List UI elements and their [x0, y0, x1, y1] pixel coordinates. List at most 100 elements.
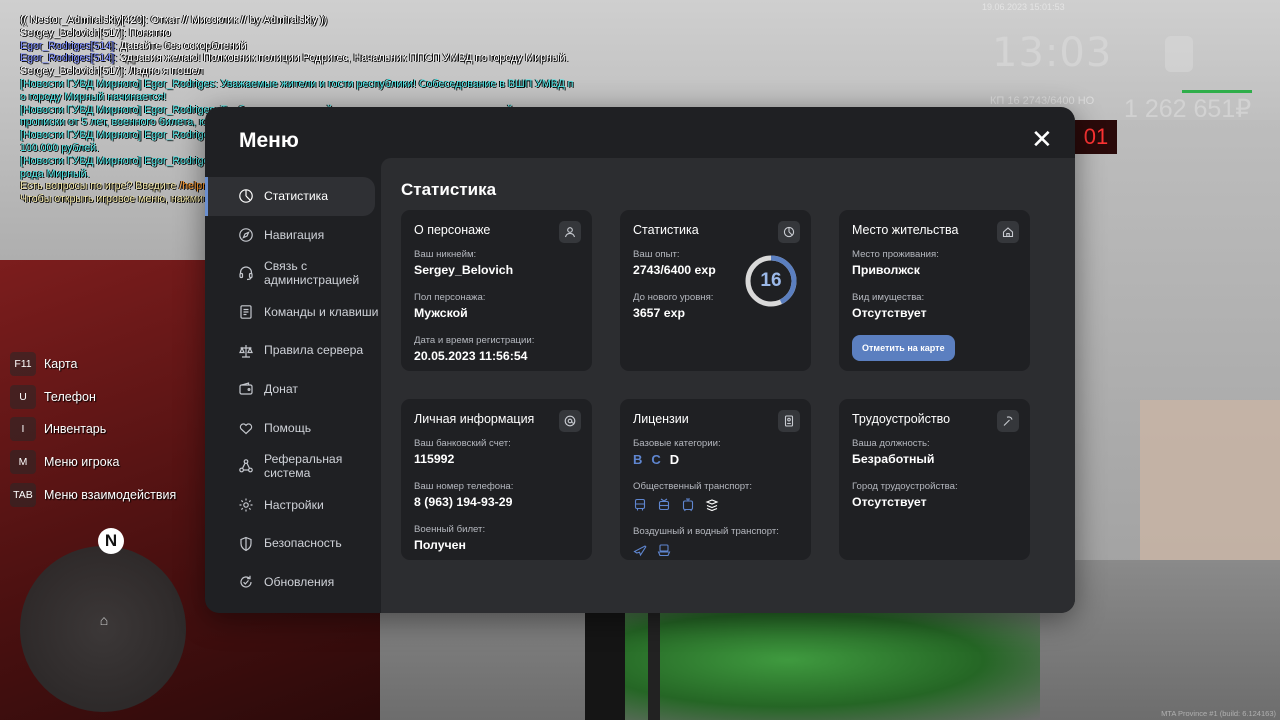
fist-icon	[1165, 36, 1193, 72]
heart-hands-icon	[238, 420, 254, 436]
keybind-label: Телефон	[44, 389, 96, 404]
keybind-key: U	[10, 384, 36, 409]
sidebar-item-label: Обновления	[264, 574, 335, 589]
sidebar-item-label: Донат	[264, 382, 298, 397]
trolleybus-icon	[657, 498, 671, 512]
keybind-label: Меню взаимодействия	[44, 487, 177, 502]
phone-value: 8 (963) 194-93-29	[414, 495, 513, 509]
chat-text: Egor_Rodriges[514]:	[20, 39, 118, 52]
tram-icon	[681, 498, 695, 512]
hud-money: 1 262 651₽	[1124, 95, 1252, 123]
card-employment: Трудоустройство Ваша должность: Безработ…	[839, 399, 1030, 560]
chat-text: Sergey_Belovich[517]: Понятно	[20, 26, 171, 39]
sidebar-item-document[interactable]: Команды и клавиши	[205, 293, 381, 332]
card-statistics: Статистика Ваш опыт: 2743/6400 exp До но…	[620, 210, 811, 371]
at-icon	[559, 410, 581, 432]
mark-on-map-button[interactable]: Отметить на карте	[852, 335, 955, 361]
position-label: Ваша должность:	[852, 438, 930, 449]
shield-icon	[238, 536, 254, 552]
keybind-label: Меню игрока	[44, 455, 120, 470]
refresh-icon	[238, 574, 254, 590]
chat-text: 100.000 рублей.	[20, 141, 99, 154]
chat-line: Sergey_Belovich[517]: Понятно	[20, 27, 580, 40]
air-water-transport-icons	[633, 543, 798, 557]
sidebar-item-network[interactable]: Реферальная система	[205, 447, 381, 486]
sidebar-item-shield[interactable]: Безопасность	[205, 524, 381, 563]
bus-icon	[633, 498, 647, 512]
sidebar-item-label: Связь с администрацией	[264, 258, 360, 288]
card-licenses: Лицензии Базовые категории: BCD Обществе…	[620, 399, 811, 560]
chat-line: Egor_Rodriges[514]: Давайте без оскорбле…	[20, 40, 580, 53]
license-categories: BCD	[633, 452, 798, 467]
card-title: Личная информация	[414, 412, 535, 426]
keybind-item: I Инвентарь	[10, 413, 176, 446]
sidebar-item-label: Помощь	[264, 420, 312, 435]
sidebar-item-wallet[interactable]: Донат	[205, 370, 381, 409]
card-residence: Место жительства Место проживания: Приво…	[839, 210, 1030, 371]
sidebar-item-label: Статистика	[264, 189, 329, 204]
bank-account-label: Ваш банковский счет:	[414, 438, 511, 449]
close-icon[interactable]: ✕	[1031, 126, 1053, 152]
chat-text: [Новости ГУВД Мирного] Egor_Rodriges: Ув…	[20, 77, 574, 90]
scene-digital-display: 01	[1075, 120, 1117, 154]
card-title: Трудоустройство	[852, 412, 951, 426]
military-id-label: Военный билет:	[414, 524, 486, 535]
scene-player-legs	[585, 612, 625, 720]
sidebar-item-scales[interactable]: Правила сервера	[205, 331, 381, 370]
sidebar-item-heart-hands[interactable]: Помощь	[205, 409, 381, 448]
card-character: О персонаже Ваш никнейм: Sergey_Belovich…	[401, 210, 592, 371]
sidebar-item-label: Навигация	[264, 227, 325, 242]
document-icon	[238, 304, 254, 320]
chat-line: (( Nestor_Admiralskiy[420]: Откат // Мис…	[20, 14, 580, 27]
sidebar-item-label: Безопасность	[264, 536, 342, 551]
menu-sidebar: Статистика Навигация Связь с администрацие…	[205, 177, 381, 602]
hud-health-bar	[1182, 90, 1252, 93]
keybind-item: TAB Меню взаимодействия	[10, 478, 176, 511]
gear-icon	[238, 497, 254, 513]
headset-icon	[238, 265, 254, 281]
keybind-key: I	[10, 417, 36, 442]
sidebar-item-label: Реферальная система	[264, 451, 343, 481]
residence-value: Приволжск	[852, 263, 920, 277]
compass-icon	[238, 227, 254, 243]
gender-value: Мужской	[414, 306, 468, 320]
keybind-key: F11	[10, 352, 36, 377]
bank-account-value: 115992	[414, 452, 455, 466]
property-value: Отсутствует	[852, 306, 927, 320]
card-title: О персонаже	[414, 223, 491, 237]
pickaxe-icon	[997, 410, 1019, 432]
boat-icon	[657, 543, 671, 557]
hud-date: 19.06.2023 15:01:53	[982, 2, 1065, 12]
air-water-transport-label: Воздушный и водный транспорт:	[633, 526, 779, 537]
chat-text: (( Nestor_Admiralskiy[420]: Откат // Мис…	[20, 14, 328, 26]
nickname-value: Sergey_Belovich	[414, 263, 514, 277]
sidebar-item-gear[interactable]: Настройки	[205, 486, 381, 525]
employment-city-value: Отсутствует	[852, 495, 927, 509]
id-card-icon	[778, 410, 800, 432]
north-indicator: N	[98, 528, 124, 554]
player-marker-icon: ⌂	[99, 612, 109, 628]
player-menu: Меню ✕ Статистика Навигация Связь с админи…	[205, 107, 1075, 613]
public-transport-label: Общественный транспорт:	[633, 481, 752, 492]
residence-label: Место проживания:	[852, 249, 939, 260]
scales-icon	[238, 343, 254, 359]
scene-green-marker	[620, 600, 1040, 720]
sidebar-item-pie-chart[interactable]: Статистика	[205, 177, 375, 216]
level-value: 16	[760, 270, 782, 291]
base-categories-label: Базовые категории:	[633, 438, 721, 449]
sidebar-item-headset[interactable]: Связь с администрацией	[205, 254, 381, 293]
hud-level: КП 16 2743/6400 НО	[990, 95, 1095, 107]
phone-label: Ваш номер телефона:	[414, 481, 514, 492]
keybind-key: M	[10, 450, 36, 475]
chat-line: о городу Мирный начинается!	[20, 91, 580, 104]
sidebar-item-compass[interactable]: Навигация	[205, 216, 381, 255]
sidebar-item-refresh[interactable]: Обновления	[205, 563, 381, 602]
wallet-icon	[238, 381, 254, 397]
next-level-value: 3657 exp	[633, 306, 685, 320]
stats-panel: Статистика О персонаже Ваш никнейм: Serg…	[381, 158, 1075, 613]
scene-player-legs-2	[648, 612, 660, 720]
employment-city-label: Город трудоустройства:	[852, 481, 958, 492]
chat-line: Egor_Rodriges[514]: Здравия желаю! Полко…	[20, 52, 580, 65]
gender-label: Пол персонажа:	[414, 292, 486, 303]
nickname-label: Ваш никнейм:	[414, 249, 477, 260]
